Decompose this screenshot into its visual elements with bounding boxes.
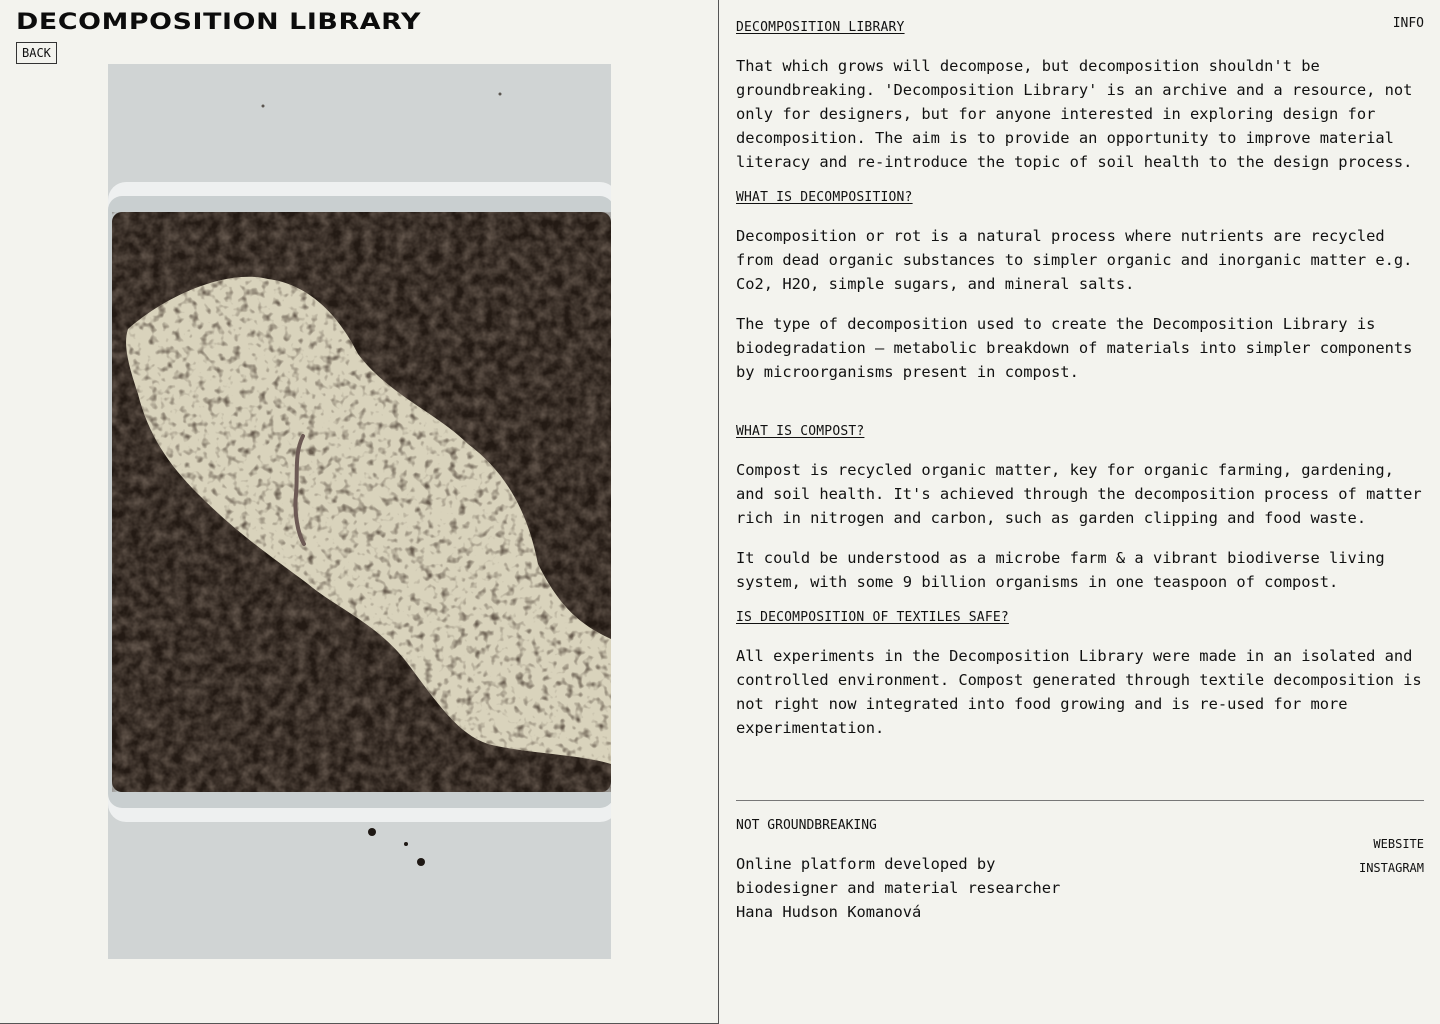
footer-links: WEBSITE INSTAGRAM (1359, 832, 1424, 880)
footer-description: Online platform developed by biodesigner… (736, 852, 1096, 924)
textiles-paragraph: All experiments in the Decomposition Lib… (736, 647, 1422, 737)
intro-paragraph: That which grows will decompose, but dec… (736, 57, 1413, 171)
section-heading-textiles-safety: IS DECOMPOSITION OF TEXTILES SAFE? (736, 610, 1009, 625)
website-link[interactable]: WEBSITE (1359, 832, 1424, 856)
left-pane: DECOMPOSITION LIBRARY BACK (0, 0, 719, 1024)
footer-description-line: Online platform developed by (736, 855, 996, 873)
footer-divider (736, 800, 1424, 801)
section-heading-intro: DECOMPOSITION LIBRARY (736, 20, 905, 35)
section-heading-what-is-decomposition: WHAT IS DECOMPOSITION? (736, 190, 913, 205)
compost-photo (108, 64, 611, 959)
site-title[interactable]: DECOMPOSITION LIBRARY (16, 10, 421, 35)
info-content: DECOMPOSITION LIBRARY That which grows w… (736, 16, 1424, 740)
decomposition-paragraph-1: Decomposition or rot is a natural proces… (736, 227, 1413, 293)
footer-description-line: Hana Hudson Komanová (736, 903, 922, 921)
section-heading-what-is-compost: WHAT IS COMPOST? (736, 424, 865, 439)
compost-paragraph-2: It could be understood as a microbe farm… (736, 549, 1385, 591)
right-pane: INFO DECOMPOSITION LIBRARY That which gr… (720, 0, 1440, 1024)
back-button[interactable]: BACK (16, 42, 57, 64)
footer-description-line: biodesigner and material researcher (736, 879, 1061, 897)
compost-paragraph-1: Compost is recycled organic matter, key … (736, 461, 1422, 527)
compost-image-svg (108, 64, 611, 959)
instagram-link[interactable]: INSTAGRAM (1359, 856, 1424, 880)
footer-title: NOT GROUNDBREAKING (736, 818, 877, 833)
decomposition-paragraph-2: The type of decomposition used to create… (736, 315, 1413, 381)
